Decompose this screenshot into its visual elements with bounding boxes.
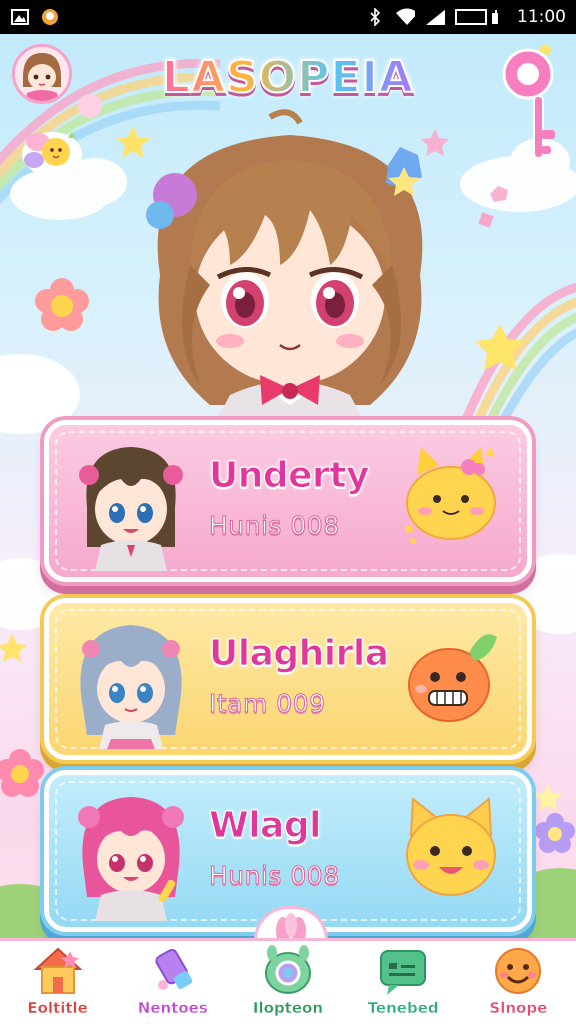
nav-item-chat[interactable]: Tenebed [348,941,458,1027]
cat-face-pet-icon [406,797,496,896]
battery-icon [455,8,507,26]
character-card-1[interactable]: Underty Hunis 008 [44,420,532,582]
nav-label: Eoltitle [27,999,88,1017]
wifi-icon [395,8,415,26]
character-card-2[interactable]: Ulaghirla Itam 009 [44,598,532,760]
creature-icon [264,945,311,994]
avatar [15,47,69,101]
character-subtitle: Hunis 008 [209,861,340,891]
character-subtitle: Itam 009 [209,689,326,719]
signal-icon [425,8,445,26]
smiley-icon [495,948,542,994]
character-name: Ulaghirla [209,633,390,675]
profile-avatar-button[interactable] [12,44,72,104]
nav-item-potions[interactable]: Nentoes [118,941,228,1027]
bluetooth-icon [365,8,385,26]
character-name: Wlagl [209,805,322,847]
bottom-navigation: Eoltitle Nentoes Ilopteon Tenebed Slnope [0,938,576,1027]
character-subtitle: Hunis 008 [209,511,340,541]
character-name: Underty [209,455,370,497]
key-icon [502,44,555,159]
house-icon [33,947,83,994]
clock-time: 11:00 [517,7,566,27]
nav-item-creatures[interactable]: Ilopteon [233,941,343,1027]
game-title: LASOPEIA [150,48,426,106]
nav-label: Tenebed [367,999,439,1017]
yellow-cat-pet-icon [405,447,496,544]
nav-item-profile[interactable]: Slnope [463,941,573,1027]
status-bar: 11:00 [0,0,576,34]
character-portrait-silver-hair [80,625,182,749]
key-button[interactable] [496,40,562,170]
notification-icon [40,8,60,26]
character-portrait-brunette [79,447,183,571]
character-portrait-pink-hair [78,797,184,921]
app-icon [10,8,30,26]
potion-icon [155,948,193,990]
nav-label: Ilopteon [252,999,324,1017]
fairy-icon [22,132,82,176]
hero-character [120,105,460,425]
nav-item-home[interactable]: Eoltitle [3,941,113,1027]
chat-icon [380,950,427,995]
nav-label: Slnope [489,999,548,1017]
fairy-badge-button[interactable] [20,118,84,182]
nav-label: Nentoes [137,999,208,1017]
orange-blob-pet-icon [408,634,497,722]
